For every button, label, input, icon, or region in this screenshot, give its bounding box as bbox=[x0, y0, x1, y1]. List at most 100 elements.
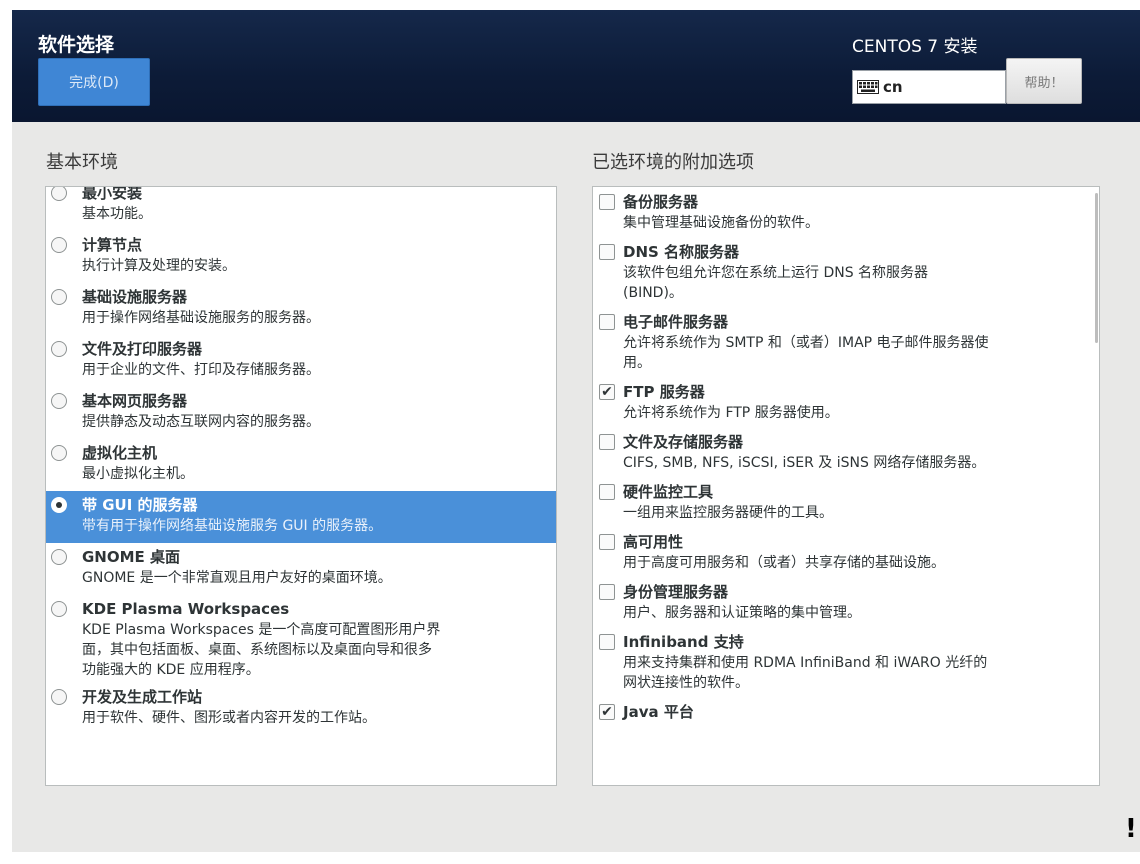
addon-name: 备份服务器 bbox=[623, 193, 699, 211]
environment-option[interactable]: 虚拟化主机最小虚拟化主机。 bbox=[46, 439, 556, 491]
base-environment-title: 基本环境 bbox=[46, 152, 118, 173]
addon-description: 用。 bbox=[623, 355, 651, 371]
checkbox-icon[interactable] bbox=[599, 634, 615, 650]
environment-name: KDE Plasma Workspaces bbox=[82, 600, 290, 618]
addon-scrollbar[interactable] bbox=[1095, 193, 1098, 343]
addon-description: 一组用来监控服务器硬件的工具。 bbox=[623, 505, 833, 521]
addon-option[interactable]: 硬件监控工具一组用来监控服务器硬件的工具。 bbox=[593, 479, 1099, 529]
environment-name: 开发及生成工作站 bbox=[82, 688, 203, 706]
environment-description: 用于软件、硬件、图形或者内容开发的工作站。 bbox=[82, 710, 376, 726]
environment-name: 基本网页服务器 bbox=[82, 392, 188, 410]
addon-name: 文件及存储服务器 bbox=[623, 433, 744, 451]
radio-icon[interactable] bbox=[51, 549, 67, 565]
stray-mark: ! bbox=[1125, 814, 1137, 844]
environment-description: 用于操作网络基础设施服务的服务器。 bbox=[82, 310, 320, 326]
addon-description: 用户、服务器和认证策略的集中管理。 bbox=[623, 605, 861, 621]
addon-description: 网状连接性的软件。 bbox=[623, 675, 749, 691]
environment-name: 带 GUI 的服务器 bbox=[82, 496, 198, 514]
environment-items: 最小安装基本功能。计算节点执行计算及处理的安装。 基础设施服务器用于操作网络基础设… bbox=[46, 186, 556, 735]
checkbox-icon[interactable] bbox=[599, 194, 615, 210]
environment-name: 虚拟化主机 bbox=[82, 444, 158, 462]
checkbox-icon[interactable]: ✔ bbox=[599, 384, 615, 400]
radio-icon[interactable] bbox=[51, 497, 67, 513]
addon-name: Infiniband 支持 bbox=[623, 633, 744, 651]
environment-option[interactable]: 最小安装 基本功能。 bbox=[46, 186, 556, 231]
addon-option[interactable]: 身份管理服务器用户、服务器和认证策略的集中管理。 bbox=[593, 579, 1099, 629]
page-title: 软件选择 bbox=[38, 34, 115, 56]
radio-icon[interactable] bbox=[51, 393, 67, 409]
environment-option[interactable]: 基本网页服务器提供静态及动态互联网内容的服务器。 bbox=[46, 387, 556, 439]
checkbox-icon[interactable]: ✔ bbox=[599, 704, 615, 720]
addon-description: CIFS, SMB, NFS, iSCSI, iSER 及 iSNS 网络存储服… bbox=[623, 455, 986, 471]
addon-option[interactable]: 文件及存储服务器 CIFS, SMB, NFS, iSCSI, iSER 及 iS… bbox=[593, 429, 1099, 479]
radio-icon[interactable] bbox=[51, 187, 67, 201]
addon-name: 硬件监控工具 bbox=[623, 483, 714, 501]
environment-description: 功能强大的 KDE 应用程序。 bbox=[82, 662, 260, 678]
base-environment-list[interactable]: 最小安装基本功能。计算节点执行计算及处理的安装。 基础设施服务器用于操作网络基础设… bbox=[45, 186, 557, 786]
radio-icon[interactable] bbox=[51, 445, 67, 461]
addon-name: 身份管理服务器 bbox=[623, 583, 729, 601]
addon-name: DNS 名称服务器 bbox=[623, 243, 740, 261]
addon-name: Java 平台 bbox=[623, 703, 694, 721]
checkbox-icon[interactable] bbox=[599, 314, 615, 330]
checkbox-icon[interactable] bbox=[599, 244, 615, 260]
environment-description: 用于企业的文件、打印及存储服务器。 bbox=[82, 362, 320, 378]
keyboard-layout-label: cn bbox=[883, 78, 903, 96]
addon-name: 高可用性 bbox=[623, 533, 684, 551]
environment-name: 文件及打印服务器 bbox=[82, 340, 203, 358]
environment-description: 执行计算及处理的安装。 bbox=[82, 258, 236, 274]
help-button[interactable]: 帮助！ bbox=[1006, 58, 1082, 104]
environment-name: 基础设施服务器 bbox=[82, 288, 188, 306]
addon-description: (BIND)。 bbox=[623, 285, 683, 301]
installer-window: 软件选择 完成(D) CENTOS 7 安装 cn 帮助！ 基本环境 已选环境的… bbox=[12, 10, 1140, 852]
keyboard-layout-indicator[interactable]: cn bbox=[852, 70, 1006, 104]
addon-description: 允许将系统作为 FTP 服务器使用。 bbox=[623, 405, 839, 421]
addon-option[interactable]: 电子邮件服务器允许将系统作为 SMTP 和（或者）IMAP 电子邮件服务器使 用。 bbox=[593, 309, 1099, 379]
radio-icon[interactable] bbox=[51, 601, 67, 617]
environment-option[interactable]: 计算节点执行计算及处理的安装。 bbox=[46, 231, 556, 283]
addon-description: 用来支持集群和使用 RDMA InfiniBand 和 iWARO 光纤的 bbox=[623, 655, 988, 671]
environment-name: 计算节点 bbox=[82, 236, 143, 254]
addon-name: FTP 服务器 bbox=[623, 383, 705, 401]
environment-description: 面，其中包括面板、桌面、系统图标以及桌面向导和很多 bbox=[82, 642, 432, 658]
addon-option[interactable]: 备份服务器集中管理基础设施备份的软件。 bbox=[593, 189, 1099, 239]
addon-items: 备份服务器 集中管理基础设施备份的软件。 DNS 名称服务器 该软件包组允许您在系统上… bbox=[593, 189, 1099, 729]
environment-description: 带有用于操作网络基础设施服务 GUI 的服务器。 bbox=[82, 518, 383, 534]
environment-option[interactable]: 带 GUI 的服务器带有用于操作网络基础设施服务 GUI 的服务器。 bbox=[46, 491, 556, 543]
addon-list[interactable]: 备份服务器 集中管理基础设施备份的软件。 DNS 名称服务器 该软件包组允许您在系统上… bbox=[592, 186, 1100, 786]
checkbox-icon[interactable] bbox=[599, 534, 615, 550]
done-button[interactable]: 完成(D) bbox=[38, 58, 150, 106]
environment-option[interactable]: KDE Plasma Workspaces KDE Plasma Workspac… bbox=[46, 595, 556, 683]
addon-option[interactable]: ✔ Java 平台 bbox=[593, 699, 1099, 729]
checkmark-icon: ✔ bbox=[601, 704, 613, 720]
environment-description: 基本功能。 bbox=[82, 206, 152, 222]
addon-option[interactable]: 高可用性 用于高度可用服务和（或者）共享存储的基础设施。 bbox=[593, 529, 1099, 579]
radio-icon[interactable] bbox=[51, 289, 67, 305]
environment-option[interactable]: GNOME 桌面 GNOME 是一个非常直观且用户友好的桌面环境。 bbox=[46, 543, 556, 595]
checkbox-icon[interactable] bbox=[599, 484, 615, 500]
keyboard-icon bbox=[857, 80, 879, 94]
environment-description: 提供静态及动态互联网内容的服务器。 bbox=[82, 414, 320, 430]
radio-icon[interactable] bbox=[51, 237, 67, 253]
checkbox-icon[interactable] bbox=[599, 584, 615, 600]
environment-name: GNOME 桌面 bbox=[82, 548, 181, 566]
radio-icon[interactable] bbox=[51, 341, 67, 357]
checkmark-icon: ✔ bbox=[601, 384, 613, 400]
addon-description: 集中管理基础设施备份的软件。 bbox=[623, 215, 819, 231]
environment-option[interactable]: 基础设施服务器用于操作网络基础设施服务的服务器。 bbox=[46, 283, 556, 335]
addon-option[interactable]: DNS 名称服务器该软件包组允许您在系统上运行 DNS 名称服务器 (BIND)。 bbox=[593, 239, 1099, 309]
environment-description: 最小虚拟化主机。 bbox=[82, 466, 194, 482]
environment-name: 最小安装 bbox=[82, 186, 143, 202]
radio-icon[interactable] bbox=[51, 689, 67, 705]
addon-option[interactable]: Infiniband 支持用来支持集群和使用 RDMA InfiniBand 和… bbox=[593, 629, 1099, 699]
addon-description: 允许将系统作为 SMTP 和（或者）IMAP 电子邮件服务器使 bbox=[623, 335, 989, 351]
checkbox-icon[interactable] bbox=[599, 434, 615, 450]
environment-option[interactable]: 文件及打印服务器用于企业的文件、打印及存储服务器。 bbox=[46, 335, 556, 387]
addons-title: 已选环境的附加选项 bbox=[592, 152, 754, 173]
environment-description: KDE Plasma Workspaces 是一个高度可配置图形用户界 bbox=[82, 622, 441, 638]
addon-option[interactable]: ✔ FTP 服务器允许将系统作为 FTP 服务器使用。 bbox=[593, 379, 1099, 429]
addon-name: 电子邮件服务器 bbox=[623, 313, 729, 331]
addon-description: 该软件包组允许您在系统上运行 DNS 名称服务器 bbox=[623, 265, 929, 281]
header-bar: 软件选择 完成(D) CENTOS 7 安装 cn 帮助！ bbox=[12, 10, 1140, 122]
environment-option[interactable]: 开发及生成工作站用于软件、硬件、图形或者内容开发的工作站。 bbox=[46, 683, 556, 735]
